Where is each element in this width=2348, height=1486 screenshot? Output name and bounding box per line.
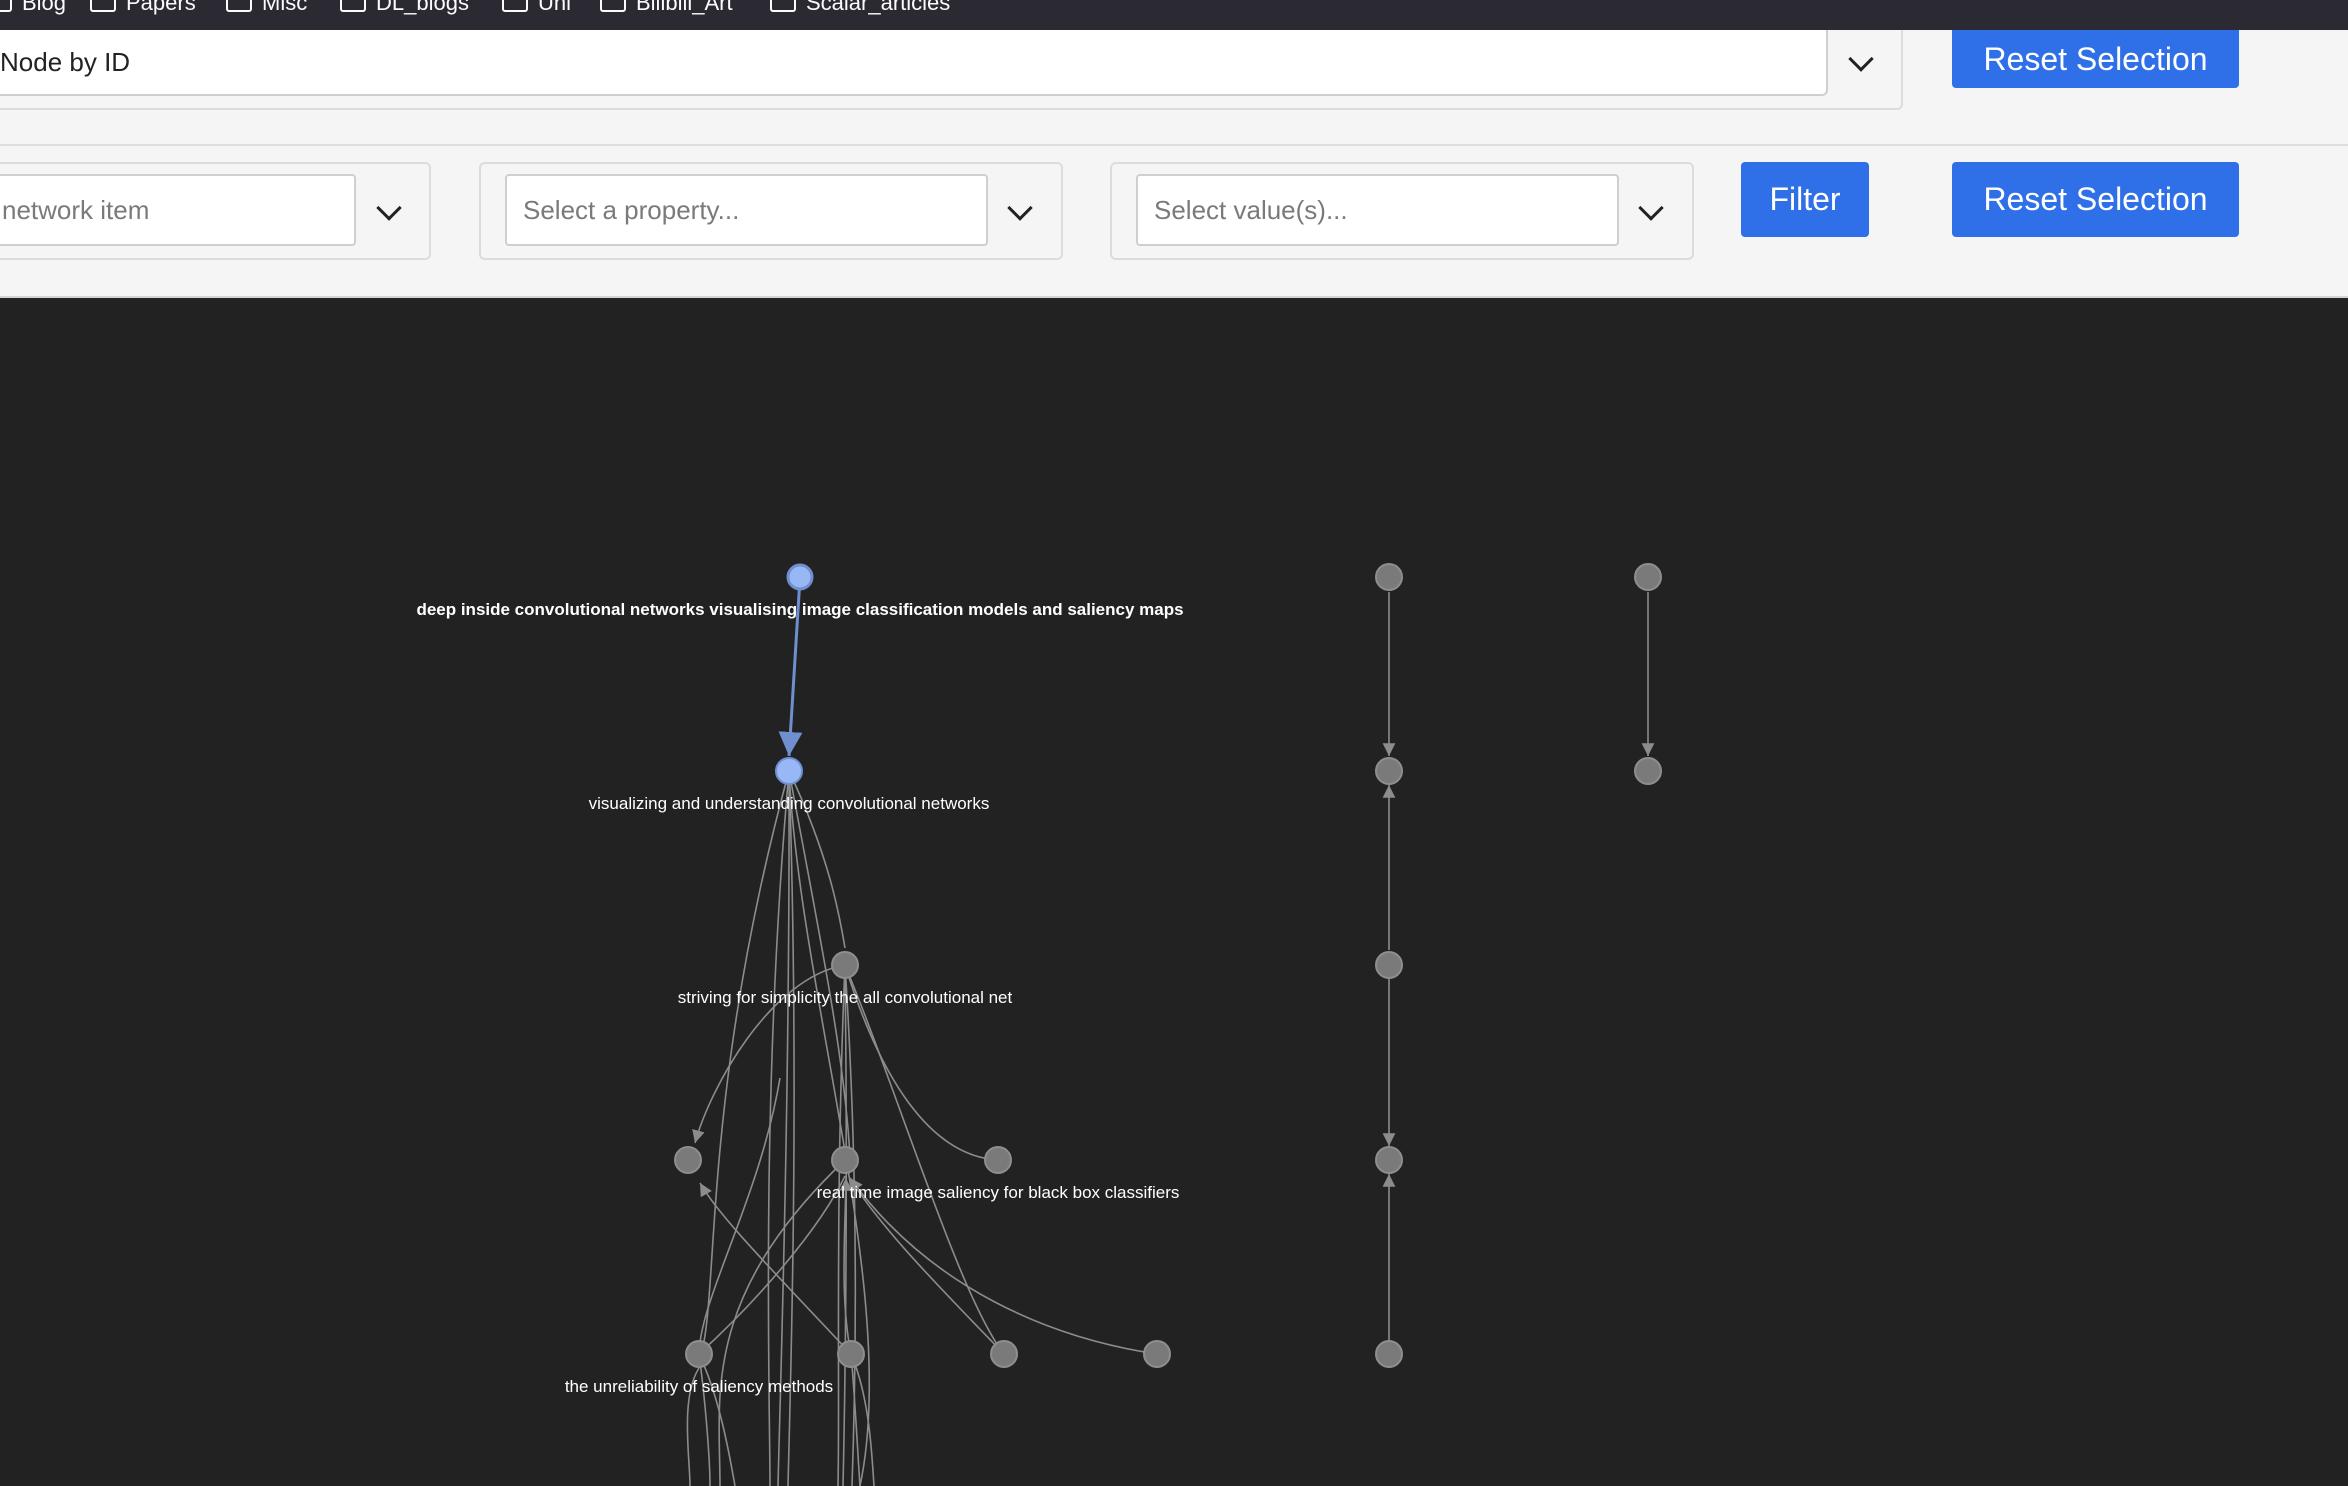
graph-node[interactable]: [1375, 757, 1403, 785]
bookmark-papers[interactable]: Papers: [90, 0, 196, 18]
folder-icon: [600, 0, 626, 12]
network-canvas[interactable]: deep inside convolutional networks visua…: [0, 298, 2348, 1486]
graph-node[interactable]: [831, 1146, 859, 1174]
node-select-container: Node by ID: [0, 30, 1903, 110]
item-select[interactable]: network item: [0, 174, 356, 246]
divider: [0, 144, 2348, 146]
folder-icon: [502, 0, 528, 12]
controls-panel: Node by ID Reset Selection network item …: [0, 30, 2348, 298]
bookmark-dl-blogs[interactable]: DL_blogs: [340, 0, 469, 18]
graph-node[interactable]: [1375, 563, 1403, 591]
graph-node[interactable]: [837, 1340, 865, 1368]
graph-node[interactable]: [990, 1340, 1018, 1368]
node-label: striving for simplicity the all convolut…: [678, 988, 1013, 1007]
chevron-down-icon[interactable]: [1848, 46, 1874, 72]
bookmark-blog[interactable]: Blog: [0, 0, 66, 18]
reset-selection-button-top[interactable]: Reset Selection: [1952, 30, 2239, 88]
graph-node[interactable]: [1375, 1340, 1403, 1368]
bookmark-label: Scalar_articles: [806, 0, 951, 15]
graph-node[interactable]: [674, 1146, 702, 1174]
reset-selection-button[interactable]: Reset Selection: [1952, 162, 2239, 237]
property-select[interactable]: Select a property...: [505, 174, 988, 246]
node-label: deep inside convolutional networks visua…: [416, 600, 1183, 619]
property-select-placeholder: Select a property...: [523, 195, 740, 225]
bookmark-label: DL_blogs: [376, 0, 469, 15]
bookmark-label: Uni: [538, 0, 572, 15]
bookmark-scalar-articles[interactable]: Scalar_articles: [770, 0, 950, 18]
bookmarks-bar: Blog Papers Misc DL_blogs Uni Bilibili_A…: [0, 0, 2348, 30]
node-label: real time image saliency for black box c…: [817, 1183, 1180, 1202]
folder-icon: [340, 0, 366, 12]
bookmark-label: Papers: [126, 0, 196, 15]
item-select-placeholder: network item: [2, 195, 150, 225]
folder-icon: [90, 0, 116, 12]
folder-icon: [226, 0, 252, 12]
graph-node-selected[interactable]: [786, 563, 814, 591]
graph-node[interactable]: [984, 1146, 1012, 1174]
bookmark-bilibili-art[interactable]: Bilibili_Art: [600, 0, 733, 18]
graph-node[interactable]: [685, 1340, 713, 1368]
network-graph[interactable]: deep inside convolutional networks visua…: [0, 298, 2348, 1486]
filter-button[interactable]: Filter: [1741, 162, 1869, 237]
graph-node-selected[interactable]: [775, 757, 803, 785]
edge: [698, 1353, 736, 1486]
edge: [849, 1177, 1158, 1355]
folder-icon: [770, 0, 796, 12]
node-select[interactable]: Node by ID: [0, 30, 1828, 96]
node-label: visualizing and understanding convolutio…: [589, 794, 990, 813]
graph-node[interactable]: [1634, 757, 1662, 785]
value-select[interactable]: Select value(s)...: [1136, 174, 1619, 246]
graph-node[interactable]: [1375, 1146, 1403, 1174]
edge: [844, 964, 1005, 1355]
edge: [698, 1353, 711, 1486]
edge: [699, 770, 790, 1359]
node-label: the unreliability of saliency methods: [565, 1377, 833, 1396]
graph-node[interactable]: [1375, 951, 1403, 979]
value-select-placeholder: Select value(s)...: [1154, 195, 1348, 225]
edge: [699, 1182, 852, 1355]
node-select-value: Node by ID: [0, 47, 131, 77]
graph-node[interactable]: [1634, 563, 1662, 591]
graph-node[interactable]: [831, 951, 859, 979]
bookmark-uni[interactable]: Uni: [502, 0, 571, 18]
bookmark-label: Bilibili_Art: [636, 0, 733, 15]
graph-labels: deep inside convolutional networks visua…: [416, 600, 1183, 1396]
bookmark-label: Blog: [22, 0, 67, 15]
graph-node[interactable]: [1143, 1340, 1171, 1368]
graph-nodes[interactable]: [674, 563, 1662, 1368]
bookmark-misc[interactable]: Misc: [226, 0, 307, 18]
folder-icon: [0, 0, 12, 12]
bookmark-label: Misc: [262, 0, 308, 15]
edge: [698, 1175, 846, 1355]
edge: [849, 1177, 1005, 1355]
